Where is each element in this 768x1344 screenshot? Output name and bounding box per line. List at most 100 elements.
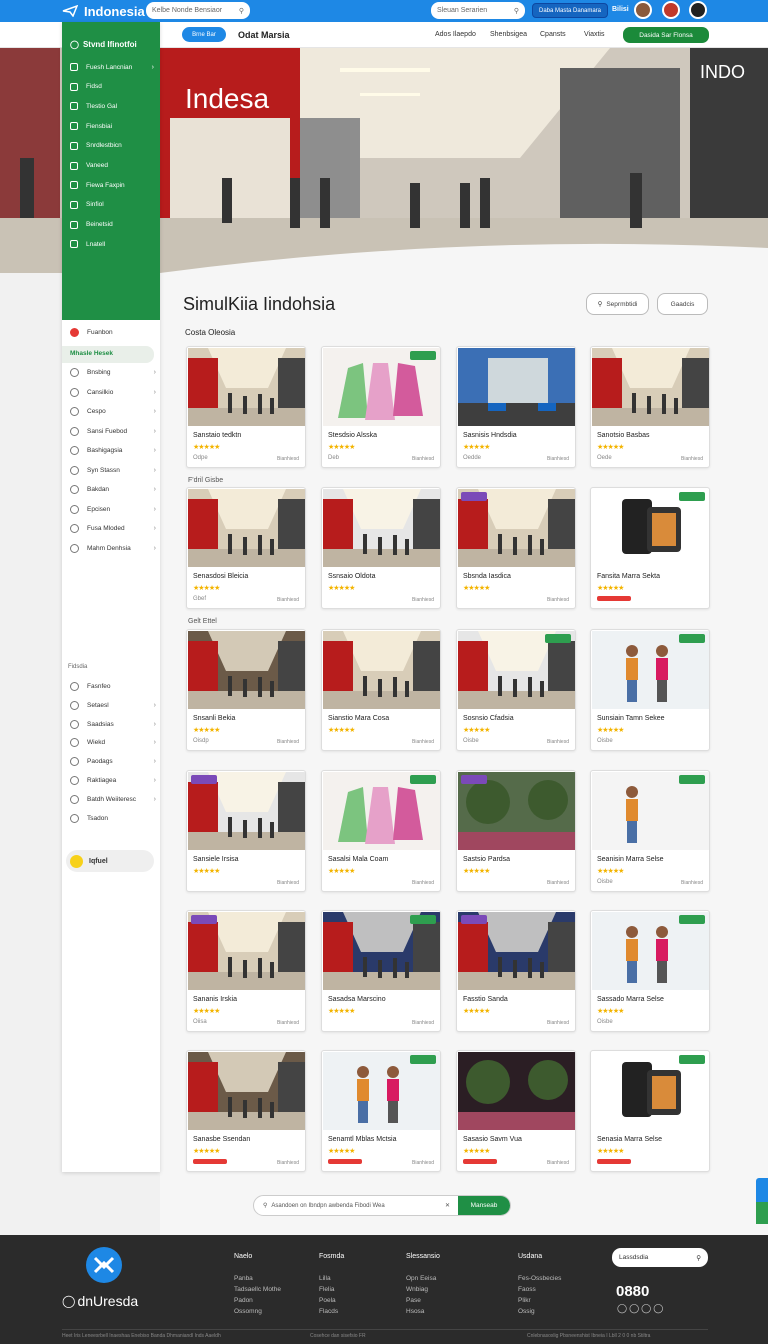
footer-link[interactable]: Hsosa bbox=[406, 1308, 424, 1315]
sidebar-item[interactable]: Wiekd › bbox=[70, 738, 156, 748]
sidebar-badge[interactable]: Iqfuel bbox=[66, 850, 154, 872]
sidebar-item[interactable]: Paodags › bbox=[70, 757, 156, 767]
footer-link[interactable]: Padon bbox=[234, 1297, 253, 1304]
avatar[interactable] bbox=[662, 1, 680, 19]
nav-link[interactable]: Viaxtis bbox=[584, 31, 605, 38]
nav-link[interactable]: Cpansts bbox=[540, 31, 566, 38]
product-card[interactable]: Snsanli Bekia ★★★★★ Oisdp Bianhiesd bbox=[186, 629, 306, 751]
footer-link[interactable]: Opn Eeisa bbox=[406, 1275, 436, 1282]
product-footer[interactable]: Bianhiesd bbox=[277, 597, 299, 603]
product-card[interactable]: Sosnsio Cfadsia ★★★★★ Oisbe Bianhiesd bbox=[456, 629, 576, 751]
product-footer[interactable]: Bianhiesd bbox=[547, 1160, 569, 1166]
sidebar-item[interactable]: Tsadon bbox=[70, 813, 156, 823]
sidebar-item-selected[interactable]: Mhasle Hesek bbox=[70, 350, 156, 357]
product-card[interactable]: Sasnisis Hndsdia ★★★★★ Oedde Bianhiesd bbox=[456, 346, 576, 468]
close-icon[interactable]: ✕ bbox=[445, 1202, 450, 1209]
footer-link[interactable]: Lilla bbox=[319, 1275, 331, 1282]
sidebar-item[interactable]: Sansi Fuebod › bbox=[70, 426, 156, 436]
sidebar-item[interactable]: Batdh Weiiteresc › bbox=[70, 794, 156, 804]
sidebar-item[interactable]: Lnatell bbox=[70, 240, 154, 249]
product-card[interactable]: Sastsio Pardsa ★★★★★ Bianhiesd bbox=[456, 770, 576, 892]
footer-link[interactable]: Plikr bbox=[518, 1297, 531, 1304]
product-footer[interactable]: Bianhiesd bbox=[547, 880, 569, 886]
product-card[interactable]: Sasasio Savm Vua ★★★★★ Bianhiesd bbox=[456, 1050, 576, 1172]
footer-link[interactable]: Pase bbox=[406, 1297, 421, 1304]
product-card[interactable]: Senamtl Mblas Mctsia ★★★★★ Bianhiesd bbox=[321, 1050, 441, 1172]
product-footer[interactable]: Bianhiesd bbox=[412, 1160, 434, 1166]
product-card[interactable]: Fansita Marra Sekta ★★★★★ bbox=[590, 487, 710, 609]
footer-link[interactable]: Ossig bbox=[518, 1308, 535, 1315]
product-footer[interactable]: Bianhiesd bbox=[547, 1020, 569, 1026]
floating-chat-tab[interactable] bbox=[756, 1202, 768, 1224]
sidebar-item[interactable]: Saadsias › bbox=[70, 719, 156, 729]
product-footer[interactable]: Bianhiesd bbox=[547, 597, 569, 603]
footer-link[interactable]: Flacds bbox=[319, 1308, 338, 1315]
sidebar-item[interactable]: Fiewa Faxpin bbox=[70, 181, 154, 190]
bottom-search-button[interactable]: Manseab bbox=[458, 1196, 510, 1215]
product-footer[interactable]: Bianhiesd bbox=[412, 739, 434, 745]
product-footer[interactable]: Bianhiesd bbox=[277, 456, 299, 462]
product-card[interactable]: Sianstio Mara Cosa ★★★★★ Bianhiesd bbox=[321, 629, 441, 751]
sidebar-item[interactable]: Fusa Mloded › bbox=[70, 524, 156, 533]
product-footer[interactable]: Bianhiesd bbox=[547, 739, 569, 745]
footer-link[interactable]: Poela bbox=[319, 1297, 336, 1304]
sidebar-item[interactable]: Tlestio Gal bbox=[70, 102, 154, 111]
sidebar-item[interactable]: Vaneed bbox=[70, 161, 154, 170]
product-card[interactable]: Seanisin Marra Selse ★★★★★ Oisbe Bianhiesd bbox=[590, 770, 710, 892]
brand-logo[interactable]: Indonesia bbox=[62, 4, 145, 19]
product-card[interactable]: Sassado Marra Selse ★★★★★ Oisbe bbox=[590, 910, 710, 1032]
footer-link[interactable]: Panba bbox=[234, 1275, 253, 1282]
product-card[interactable]: Sansiele Irsisa ★★★★★ Bianhiesd bbox=[186, 770, 306, 892]
avatar[interactable] bbox=[689, 1, 707, 19]
sidebar-section-main[interactable]: Fuanbon bbox=[70, 328, 156, 337]
sidebar-item[interactable]: Syn Stassn › bbox=[70, 465, 156, 475]
product-card[interactable]: Sananis Irskia ★★★★★ Oiisa Bianhiesd bbox=[186, 910, 306, 1032]
footer-link[interactable]: Tadsaellc Mothe bbox=[234, 1286, 281, 1293]
product-card[interactable]: Sanasbe Ssendan ★★★★★ Bianhiesd bbox=[186, 1050, 306, 1172]
sidebar-item[interactable]: Epcisen › bbox=[70, 504, 156, 514]
sidebar-item[interactable]: Fidsd bbox=[70, 82, 154, 91]
secondary-search-input[interactable]: Sleuan Serarien ⚲ bbox=[431, 2, 525, 19]
social-icons[interactable]: ◯◯◯◯ bbox=[617, 1303, 665, 1314]
product-footer[interactable]: Bianhiesd bbox=[412, 1020, 434, 1026]
product-footer[interactable]: Bianhiesd bbox=[277, 739, 299, 745]
product-card[interactable]: Ssnsaio Oldota ★★★★★ Bianhiesd bbox=[321, 487, 441, 609]
product-card[interactable]: Sasalsi Mala Coam ★★★★★ Bianhiesd bbox=[321, 770, 441, 892]
product-footer[interactable]: Bianhiesd bbox=[412, 456, 434, 462]
sidebar-item[interactable]: Fuesh Lancnian › bbox=[70, 63, 154, 71]
filter-button[interactable]: Gaadcis bbox=[657, 293, 708, 315]
product-footer[interactable]: Bianhiesd bbox=[681, 880, 703, 886]
sidebar-item[interactable]: Setaesl › bbox=[70, 700, 156, 710]
product-card[interactable]: Sanstaio tedktn ★★★★★ Odpe Bianhiesd bbox=[186, 346, 306, 468]
sidebar-item[interactable]: Snrdlestbicn bbox=[70, 141, 154, 150]
product-footer[interactable]: Bianhiesd bbox=[412, 880, 434, 886]
product-footer[interactable]: Bianhiesd bbox=[277, 1160, 299, 1166]
sidebar-item[interactable]: Bashigagsia › bbox=[70, 446, 156, 455]
sidebar-item[interactable]: Bakdan › bbox=[70, 485, 156, 494]
product-footer[interactable]: Bianhiesd bbox=[277, 1020, 299, 1026]
sidebar-item[interactable]: Mahm Denhsia › bbox=[70, 543, 156, 553]
footer-link[interactable]: Fes-Ossbecies bbox=[518, 1275, 561, 1282]
product-card[interactable]: Senasia Marra Selse ★★★★★ bbox=[590, 1050, 710, 1172]
product-card[interactable]: Sanotsio Basbas ★★★★★ Oede Bianhiesd bbox=[590, 346, 710, 468]
footer-link[interactable]: Wnbiag bbox=[406, 1286, 428, 1293]
sidebar-item[interactable]: Fasnfeo bbox=[70, 682, 156, 691]
footer-brand[interactable]: ◯ dnUresda bbox=[62, 1293, 138, 1309]
bottom-search-input[interactable]: ⚲ Asandoen on Ibndpn awbenda Fibodi Wea … bbox=[253, 1195, 511, 1216]
footer-link[interactable]: Faoss bbox=[518, 1286, 536, 1293]
sidebar-item[interactable]: Beinetsid bbox=[70, 220, 154, 229]
product-footer[interactable]: Bianhiesd bbox=[681, 456, 703, 462]
footer-search-input[interactable]: Lassdsdia ⚲ bbox=[612, 1248, 708, 1267]
filter-search-button[interactable]: ⚲ Seprmbtidi bbox=[586, 293, 649, 315]
nav-link[interactable]: Ados Ilaepdo bbox=[435, 31, 476, 38]
nav-pill-button[interactable]: Brne Bar bbox=[182, 27, 226, 42]
sidebar-item[interactable]: Bnsbing › bbox=[70, 368, 156, 377]
product-card[interactable]: Sasadsa Marscino ★★★★★ Bianhiesd bbox=[321, 910, 441, 1032]
sidebar-item[interactable]: Cansilkio › bbox=[70, 387, 156, 397]
product-card[interactable]: Fasstio Sanda ★★★★★ Bianhiesd bbox=[456, 910, 576, 1032]
sidebar-item[interactable]: Raktiagea › bbox=[70, 776, 156, 785]
nav-link[interactable]: Shenbsigea bbox=[490, 31, 527, 38]
product-card[interactable]: Stesdsio Alsska ★★★★★ Deb Bianhiesd bbox=[321, 346, 441, 468]
top-search-input[interactable]: Kelbe Nonde Bensiaor ⚲ bbox=[146, 2, 250, 19]
nav-cta-button[interactable]: Dasida Sar Flonsa bbox=[623, 27, 709, 43]
